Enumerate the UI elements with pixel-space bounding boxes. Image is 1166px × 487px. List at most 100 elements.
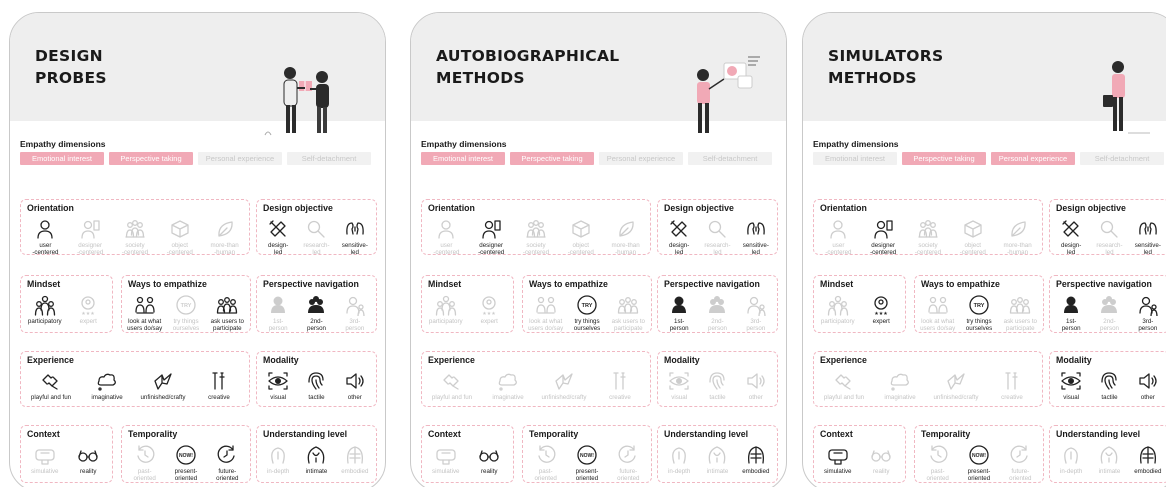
dimension-item: more-than -human bbox=[604, 218, 648, 256]
dimension-item: user -centered bbox=[816, 218, 860, 256]
dimension-item: future- oriented bbox=[608, 444, 649, 482]
second-person-icon bbox=[706, 294, 728, 316]
item-label: in-depth bbox=[1059, 468, 1083, 475]
dimension-item: visual bbox=[660, 370, 698, 401]
origami-icon bbox=[945, 370, 967, 392]
understanding-section: Understanding level in-depth intimate embod… bbox=[657, 425, 778, 483]
section-title: Modality bbox=[664, 355, 700, 365]
intimate-icon bbox=[1098, 444, 1120, 466]
dimension-item: user -centered bbox=[23, 218, 67, 256]
item-label: designer -centered bbox=[478, 242, 505, 256]
watch-people-icon bbox=[927, 294, 949, 316]
item-label: user -centered bbox=[32, 242, 59, 256]
glasses-icon bbox=[478, 444, 500, 466]
item-label: tactile bbox=[1101, 394, 1118, 401]
item-label: reality bbox=[79, 468, 97, 475]
section-items: design- led research- led sensitive- led bbox=[660, 218, 775, 256]
dimension-item: research- led bbox=[698, 218, 736, 256]
dimension-item: NOW! present- oriented bbox=[958, 444, 999, 482]
magnifier-icon bbox=[1098, 218, 1120, 240]
item-label: visual bbox=[270, 394, 287, 401]
empathy-chip: Emotional interest bbox=[20, 152, 104, 165]
section-title: Orientation bbox=[428, 203, 475, 213]
dimension-item: 1st- person bbox=[1052, 294, 1090, 332]
dimension-item: NOW! present- oriented bbox=[165, 444, 206, 482]
item-label: ask users to participate bbox=[611, 318, 645, 332]
method-card: DESIGN PROBES Empathy dimensions Emotiona… bbox=[9, 12, 386, 487]
dimension-item: other bbox=[336, 370, 374, 401]
dimension-item: ★★★ expert bbox=[67, 294, 111, 325]
item-label: participatory bbox=[428, 318, 463, 325]
dimension-item: visual bbox=[259, 370, 297, 401]
first-person-icon bbox=[668, 294, 690, 316]
society-icon bbox=[917, 218, 939, 240]
section-items: 1st- person 2nd- person 3rd- person bbox=[259, 294, 374, 332]
dimension-item: tactile bbox=[297, 370, 335, 401]
empathy-dimensions-label: Empathy dimensions bbox=[813, 139, 899, 149]
try-icon: TRY bbox=[576, 294, 598, 316]
fingerprint-icon bbox=[305, 370, 327, 392]
section-title: Context bbox=[428, 429, 461, 439]
method-card: SIMULATORS METHODS Empathy dimensions Emo… bbox=[802, 12, 1166, 487]
section-title: Orientation bbox=[27, 203, 74, 213]
pencil-ruler-icon bbox=[1060, 218, 1082, 240]
section-title: Perspective navigation bbox=[1056, 279, 1152, 289]
section-items: look at what users do/say TRY try things o… bbox=[917, 294, 1041, 332]
section-title: Design objective bbox=[1056, 203, 1126, 213]
item-label: look at what users do/say bbox=[920, 318, 956, 332]
orientation-section: Orientation user -centered designer -cente… bbox=[421, 199, 651, 256]
dimension-item: ask users to participate bbox=[1000, 294, 1041, 332]
dimension-item: ask users to participate bbox=[608, 294, 649, 332]
cube-icon bbox=[570, 218, 592, 240]
leaf-icon bbox=[615, 218, 637, 240]
dimension-item: design- led bbox=[660, 218, 698, 256]
section-items: participatory ★★★ expert bbox=[23, 294, 110, 325]
section-title: Temporality bbox=[128, 429, 178, 439]
dimension-item: playful and fun bbox=[822, 370, 866, 401]
context-section: Context simulative reality bbox=[421, 425, 514, 483]
item-label: research- led bbox=[704, 242, 731, 256]
eye-icon bbox=[267, 370, 289, 392]
third-person-icon bbox=[1137, 294, 1159, 316]
svg-text:NOW!: NOW! bbox=[972, 453, 986, 459]
past-icon bbox=[927, 444, 949, 466]
puzzle-icon bbox=[833, 370, 855, 392]
item-label: ask users to participate bbox=[210, 318, 244, 332]
dimension-item: creative bbox=[598, 370, 642, 401]
dimension-item: future- oriented bbox=[207, 444, 248, 482]
first-person-icon bbox=[1060, 294, 1082, 316]
speaker-icon bbox=[745, 370, 767, 392]
item-label: 1st- person bbox=[1061, 318, 1081, 332]
future-icon bbox=[617, 444, 639, 466]
item-label: future- oriented bbox=[617, 468, 640, 482]
item-label: expert bbox=[480, 318, 498, 325]
dimension-item: ★★★ expert bbox=[860, 294, 904, 325]
fingerprint-icon bbox=[706, 370, 728, 392]
body-icon bbox=[1137, 444, 1159, 466]
dimension-item: 2nd- person bbox=[1090, 294, 1128, 332]
item-label: simulative bbox=[30, 468, 59, 475]
section-title: Ways to empathize bbox=[529, 279, 608, 289]
header-illustration bbox=[260, 61, 350, 148]
empathy-chip: Self-detachment bbox=[287, 152, 371, 165]
item-label: future- oriented bbox=[1009, 468, 1032, 482]
item-label: playful and fun bbox=[30, 394, 72, 401]
modality-section: Modality visual tactile other bbox=[256, 351, 377, 407]
dimension-item: ★★★ expert bbox=[468, 294, 512, 325]
tools-icon bbox=[1001, 370, 1023, 392]
item-label: embodied bbox=[742, 468, 770, 475]
item-label: more-than -human bbox=[611, 242, 640, 256]
dimension-item: visual bbox=[1052, 370, 1090, 401]
section-items: simulative reality bbox=[816, 444, 903, 475]
ask-users-icon bbox=[617, 294, 639, 316]
dimension-item: TRY try things ourselves bbox=[566, 294, 607, 332]
user-icon bbox=[34, 218, 56, 240]
dimension-item: simulative bbox=[23, 444, 67, 475]
method-card: AUTOBIOGRAPHICAL METHODS Empathy dimensi… bbox=[410, 12, 787, 487]
section-title: Perspective navigation bbox=[263, 279, 359, 289]
item-label: embodied bbox=[1134, 468, 1162, 475]
item-label: more-than -human bbox=[1003, 242, 1032, 256]
card-title: DESIGN PROBES bbox=[35, 47, 107, 87]
section-items: 1st- person 2nd- person 3rd- person bbox=[1052, 294, 1166, 332]
now-icon: NOW! bbox=[968, 444, 990, 466]
